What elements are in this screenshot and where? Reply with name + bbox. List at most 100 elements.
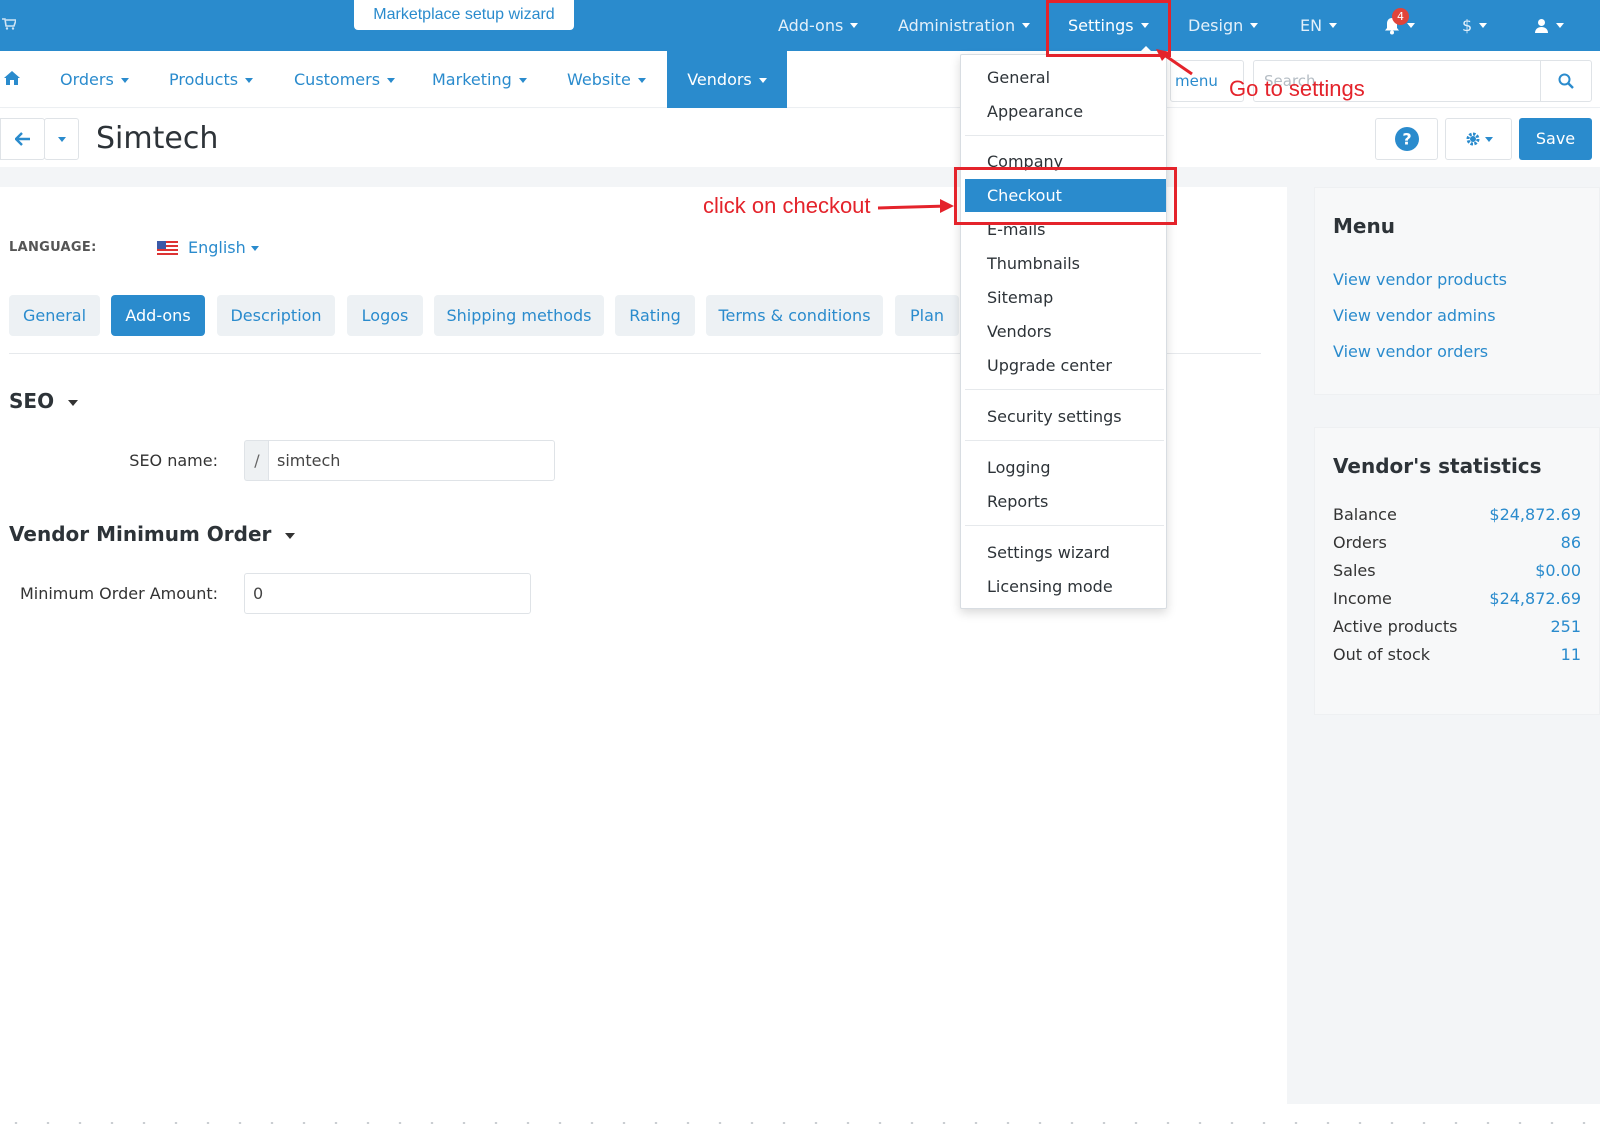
nav-marketing-label: Marketing (432, 70, 512, 89)
settings-gear-button[interactable] (1445, 118, 1512, 160)
vendor-statistics-card: Vendor's statistics Balance $24,872.69 O… (1314, 427, 1600, 715)
dotted-divider (0, 1122, 1600, 1124)
tab-terms-conditions[interactable]: Terms & conditions (706, 295, 883, 336)
min-order-input[interactable]: 0 (244, 573, 531, 614)
user-icon (1535, 19, 1548, 33)
save-button[interactable]: Save (1519, 118, 1592, 160)
settings-item-upgrade-center[interactable]: Upgrade center (961, 349, 1168, 382)
sidebar-menu-card: Menu View vendor products View vendor ad… (1314, 187, 1600, 395)
currency-menu[interactable]: $ (1462, 0, 1488, 51)
title-bar: Simtech ? Save (0, 109, 1600, 167)
chevron-down-icon (250, 246, 259, 251)
settings-item-settings-wizard[interactable]: Settings wizard (961, 536, 1168, 569)
nav-products-label: Products (169, 70, 239, 89)
history-dropdown-button[interactable] (44, 118, 79, 160)
vendor-min-order-title: Vendor Minimum Order (9, 522, 272, 546)
chevron-down-icon (245, 78, 254, 83)
tab-plan[interactable]: Plan (895, 295, 959, 336)
view-vendor-admins-link[interactable]: View vendor admins (1333, 306, 1496, 325)
tab-addons[interactable]: Add-ons (111, 295, 205, 336)
settings-item-general[interactable]: General (961, 61, 1168, 94)
language-menu[interactable]: EN (1300, 0, 1338, 51)
addons-menu[interactable]: Add-ons (778, 0, 859, 51)
home-icon[interactable] (4, 71, 20, 85)
tab-logos[interactable]: Logos (347, 295, 423, 336)
seo-name-input[interactable]: simtech (268, 440, 555, 481)
administration-menu-label: Administration (898, 16, 1016, 35)
view-vendor-products-link[interactable]: View vendor products (1333, 270, 1507, 289)
chevron-down-icon (1556, 23, 1564, 28)
search-button[interactable] (1540, 60, 1592, 102)
question-icon: ? (1394, 127, 1419, 151)
marketplace-wizard-button[interactable]: Marketplace setup wizard (354, 0, 574, 30)
chevron-down-icon (1329, 23, 1338, 28)
chevron-down-icon (1407, 23, 1415, 28)
page-title: Simtech (96, 121, 219, 156)
notification-badge: 4 (1392, 8, 1409, 25)
user-menu[interactable] (1534, 0, 1564, 51)
design-menu[interactable]: Design (1188, 0, 1259, 51)
nav-customers-label: Customers (294, 70, 381, 89)
nav-vendors[interactable]: Vendors (667, 51, 787, 108)
stat-label: Balance (1333, 505, 1397, 524)
stat-label: Orders (1333, 533, 1387, 552)
stat-value: $24,872.69 (1489, 589, 1581, 608)
tab-shipping-methods[interactable]: Shipping methods (434, 295, 604, 336)
menu-divider (965, 389, 1164, 390)
stat-value: 251 (1550, 617, 1581, 636)
currency-menu-label: $ (1462, 16, 1473, 35)
administration-menu[interactable]: Administration (898, 0, 1031, 51)
nav-website[interactable]: Website (567, 51, 646, 108)
menu-divider (965, 525, 1164, 526)
seo-name-prefix: / (244, 440, 269, 481)
chevron-down-icon (850, 23, 859, 28)
menu-divider (965, 440, 1164, 441)
settings-item-sitemap[interactable]: Sitemap (961, 281, 1168, 314)
seo-section-title: SEO (9, 389, 55, 413)
settings-item-appearance[interactable]: Appearance (961, 95, 1168, 128)
chevron-down-icon (758, 78, 767, 83)
stat-label: Active products (1333, 617, 1458, 636)
language-menu-label: EN (1300, 16, 1323, 35)
settings-item-security[interactable]: Security settings (961, 400, 1168, 433)
language-select[interactable]: English (188, 238, 259, 257)
vendor-min-order-toggle[interactable]: Vendor Minimum Order (9, 522, 296, 546)
stat-value: $0.00 (1535, 561, 1581, 580)
chevron-down-icon (637, 78, 646, 83)
settings-item-licensing-mode[interactable]: Licensing mode (961, 570, 1168, 603)
vendor-statistics-title: Vendor's statistics (1333, 454, 1542, 478)
help-button[interactable]: ? (1375, 118, 1438, 160)
cart-icon[interactable] (2, 16, 18, 34)
seo-name-label: SEO name: (129, 451, 218, 470)
design-menu-label: Design (1188, 16, 1244, 35)
settings-item-thumbnails[interactable]: Thumbnails (961, 247, 1168, 280)
tab-description[interactable]: Description (217, 295, 335, 336)
chevron-down-icon (518, 78, 527, 83)
nav-customers[interactable]: Customers (294, 51, 396, 108)
stat-value: 11 (1560, 645, 1581, 664)
settings-highlight-box (1046, 0, 1171, 57)
chevron-down-icon (387, 78, 396, 83)
menu-toggle-label: menu (1175, 72, 1218, 90)
menu-divider (965, 135, 1164, 136)
back-button[interactable] (0, 118, 45, 160)
nav-orders-label: Orders (60, 70, 114, 89)
language-label: LANGUAGE: (9, 240, 97, 255)
go-to-settings-annotation: Go to settings (1229, 76, 1365, 101)
nav-products[interactable]: Products (169, 51, 254, 108)
tab-general[interactable]: General (9, 295, 100, 336)
nav-vendors-label: Vendors (687, 70, 752, 89)
gear-icon (1466, 132, 1479, 146)
search-icon (1558, 73, 1574, 89)
nav-orders[interactable]: Orders (60, 51, 129, 108)
svg-text:?: ? (1402, 130, 1411, 149)
settings-dropdown: General Appearance Company Checkout E-ma… (960, 54, 1167, 609)
settings-item-vendors[interactable]: Vendors (961, 315, 1168, 348)
nav-website-label: Website (567, 70, 631, 89)
nav-marketing[interactable]: Marketing (432, 51, 527, 108)
tab-rating[interactable]: Rating (615, 295, 695, 336)
settings-item-reports[interactable]: Reports (961, 485, 1168, 518)
settings-item-logging[interactable]: Logging (961, 451, 1168, 484)
seo-section-toggle[interactable]: SEO (9, 389, 79, 413)
view-vendor-orders-link[interactable]: View vendor orders (1333, 342, 1488, 361)
